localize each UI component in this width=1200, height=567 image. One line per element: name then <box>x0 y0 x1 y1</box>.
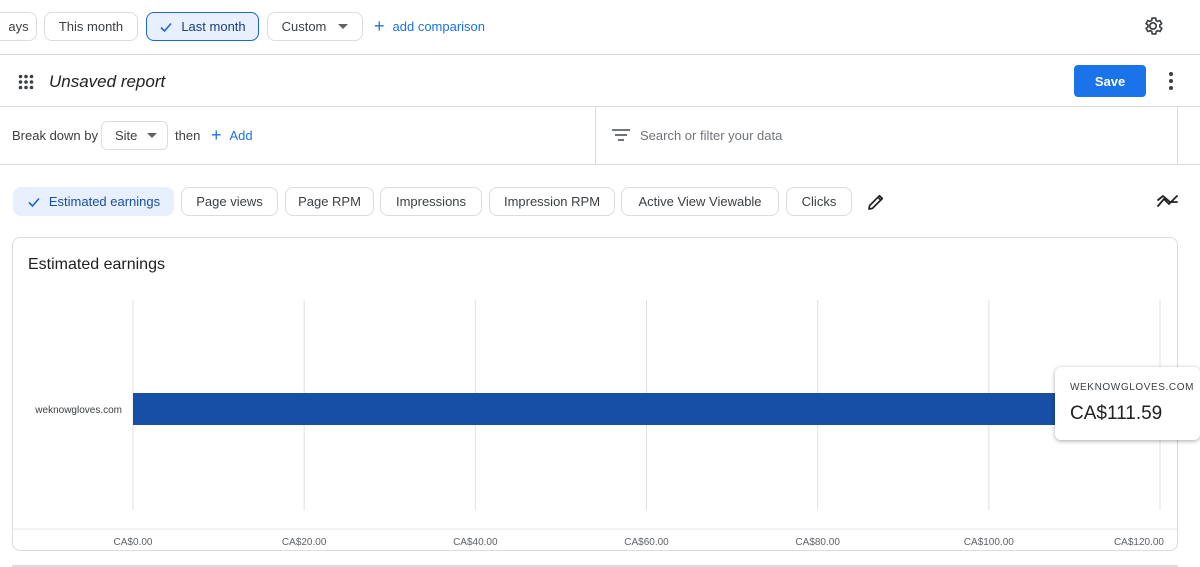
bar-chart: CA$0.00 CA$20.00 CA$40.00 CA$60.00 CA$80.00 C… <box>13 300 1177 548</box>
x-tick-label: CA$0.00 <box>114 537 153 548</box>
tooltip-site: WEKNOWGLOVES.COM <box>1070 382 1195 393</box>
x-tick-label: CA$20.00 <box>282 537 327 548</box>
chart-tooltip: WEKNOWGLOVES.COM CA$111.59 <box>1055 367 1200 440</box>
tooltip-value: CA$111.59 <box>1070 403 1163 424</box>
x-tick-label: CA$80.00 <box>795 537 840 548</box>
y-category-label: weknowgloves.com <box>34 405 122 416</box>
x-tick-label: CA$40.00 <box>453 537 498 548</box>
x-tick-label: CA$60.00 <box>624 537 669 548</box>
bar-weknowgloves-com[interactable] <box>133 393 1089 425</box>
x-tick-label: CA$120.00 <box>1114 537 1164 548</box>
x-tick-label: CA$100.00 <box>964 537 1014 548</box>
